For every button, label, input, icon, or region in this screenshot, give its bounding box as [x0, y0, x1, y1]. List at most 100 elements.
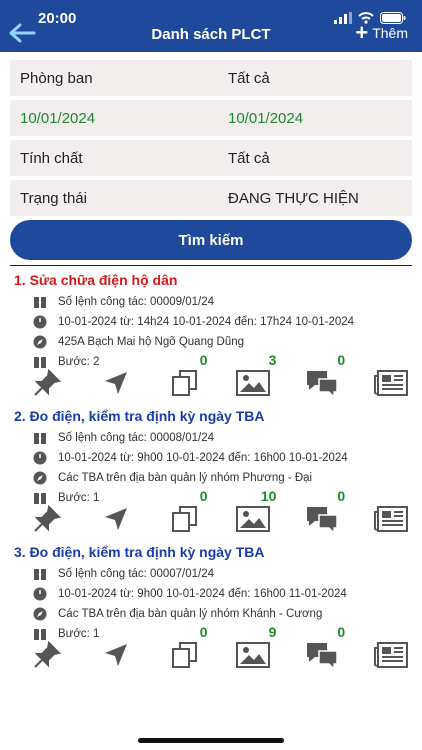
images-button[interactable]: 9 — [236, 624, 276, 670]
time-range: 10-01-2024 từ: 9h00 10-01-2024 đến: 16h0… — [58, 588, 347, 600]
images-count: 3 — [268, 352, 277, 368]
location-row: Các TBA trên địa bàn quản lý nhóm Khánh … — [32, 604, 412, 624]
pin-icon — [34, 641, 61, 668]
copies-button[interactable]: 0 — [168, 488, 208, 534]
newspaper-icon — [373, 642, 408, 668]
signal-icon — [334, 12, 352, 24]
order-row: Số lệnh công tác: 00007/01/24 — [32, 564, 412, 584]
navigation-arrow-icon — [104, 508, 127, 530]
copy-icon — [171, 506, 197, 532]
comments-count: 0 — [337, 352, 346, 368]
item-title: 3. Đo điện, kiểm tra định kỳ ngày TBA — [14, 544, 265, 560]
clock-icon — [32, 315, 48, 329]
pin-button[interactable] — [30, 368, 64, 398]
nature-value: Tất cả — [228, 149, 270, 167]
item-actions: 0 10 0 — [30, 488, 408, 534]
item-actions: 0 9 0 — [30, 624, 408, 670]
copies-count: 0 — [199, 488, 208, 504]
comments-button[interactable]: 0 — [305, 624, 345, 670]
location-row: 425A Bạch Mai hộ Ngõ Quang Dũng — [32, 332, 412, 352]
book-icon — [32, 431, 48, 445]
comments-button[interactable]: 0 — [305, 488, 345, 534]
nature-filter[interactable]: Tính chất Tất cả — [10, 140, 412, 176]
comments-icon — [307, 507, 338, 533]
clock-icon — [32, 587, 48, 601]
compass-icon — [32, 607, 48, 621]
images-count: 10 — [260, 488, 277, 504]
status-value: ĐANG THỰC HIỆN — [228, 189, 359, 207]
pin-button[interactable] — [30, 640, 64, 670]
location-row: Các TBA trên địa bàn quản lý nhóm Phương… — [32, 468, 412, 488]
comments-icon — [307, 371, 338, 397]
clock-icon — [32, 451, 48, 465]
list-item[interactable]: 1. Sửa chữa điện hộ dân Số lệnh công tác… — [10, 272, 412, 408]
department-value: Tất cả — [228, 69, 270, 87]
status-filter[interactable]: Trạng thái ĐANG THỰC HIỆN — [10, 180, 412, 216]
order-row: Số lệnh công tác: 00009/01/24 — [32, 292, 412, 312]
news-button[interactable] — [373, 368, 408, 398]
copy-icon — [171, 370, 197, 396]
filter-panel: Phòng ban Tất cả 10/01/2024 10/01/2024 T… — [10, 60, 412, 220]
add-button[interactable]: + Thêm — [355, 20, 408, 45]
images-count: 9 — [268, 624, 277, 640]
time-row: 10-01-2024 từ: 9h00 10-01-2024 đến: 16h0… — [32, 448, 412, 468]
time-row: 10-01-2024 từ: 9h00 10-01-2024 đến: 16h0… — [32, 584, 412, 604]
status-icons — [334, 12, 406, 24]
time-range: 10-01-2024 từ: 9h00 10-01-2024 đến: 16h0… — [58, 452, 348, 464]
images-button[interactable]: 10 — [236, 488, 276, 534]
image-icon — [236, 370, 271, 396]
list-item[interactable]: 3. Đo điện, kiểm tra định kỳ ngày TBA Số… — [10, 544, 412, 680]
status-label: Trạng thái — [20, 189, 87, 207]
location: 425A Bạch Mai hộ Ngõ Quang Dũng — [58, 336, 245, 348]
department-filter[interactable]: Phòng ban Tất cả — [10, 60, 412, 96]
item-title: 1. Sửa chữa điện hộ dân — [14, 272, 178, 288]
book-icon — [32, 295, 48, 309]
item-title: 2. Đo điện, kiểm tra định kỳ ngày TBA — [14, 408, 265, 424]
comments-icon — [307, 643, 338, 669]
pin-button[interactable] — [30, 504, 64, 534]
copies-count: 0 — [199, 352, 208, 368]
comments-count: 0 — [337, 488, 346, 504]
order-number: Số lệnh công tác: 00007/01/24 — [58, 568, 215, 580]
copy-icon — [171, 642, 197, 668]
news-button[interactable] — [373, 640, 408, 670]
compass-icon — [32, 335, 48, 349]
navigation-arrow-icon — [104, 372, 127, 394]
date-range-filter: 10/01/2024 10/01/2024 — [10, 100, 412, 136]
image-icon — [236, 642, 271, 668]
location: Các TBA trên địa bàn quản lý nhóm Khánh … — [58, 608, 323, 620]
order-number: Số lệnh công tác: 00008/01/24 — [58, 432, 215, 444]
navigate-button[interactable] — [99, 504, 133, 534]
pin-icon — [34, 505, 61, 532]
navigate-button[interactable] — [99, 640, 133, 670]
navigate-button[interactable] — [99, 368, 133, 398]
comments-count: 0 — [337, 624, 346, 640]
copies-button[interactable]: 0 — [168, 624, 208, 670]
from-date-field[interactable]: 10/01/2024 — [10, 110, 216, 127]
comments-button[interactable]: 0 — [305, 352, 345, 398]
app-header: 20:00 Danh sách PLCT + Thêm — [0, 0, 422, 52]
department-label: Phòng ban — [20, 69, 93, 87]
work-order-list: 1. Sửa chữa điện hộ dân Số lệnh công tác… — [10, 272, 412, 680]
nature-label: Tính chất — [20, 149, 83, 167]
image-icon — [236, 506, 271, 532]
book-icon — [32, 567, 48, 581]
search-button[interactable]: Tìm kiếm — [10, 220, 412, 260]
newspaper-icon — [373, 370, 408, 396]
battery-icon — [380, 12, 406, 24]
navigation-arrow-icon — [104, 644, 127, 666]
order-number: Số lệnh công tác: 00009/01/24 — [58, 296, 215, 308]
list-item[interactable]: 2. Đo điện, kiểm tra định kỳ ngày TBA Số… — [10, 408, 412, 544]
status-time: 20:00 — [38, 10, 77, 27]
add-button-label: Thêm — [372, 25, 408, 41]
newspaper-icon — [373, 506, 408, 532]
news-button[interactable] — [373, 504, 408, 534]
location: Các TBA trên địa bàn quản lý nhóm Phương… — [58, 472, 313, 484]
to-date-field[interactable]: 10/01/2024 — [216, 110, 412, 127]
pin-icon — [34, 369, 61, 396]
divider — [10, 265, 412, 266]
images-button[interactable]: 3 — [236, 352, 276, 398]
copies-button[interactable]: 0 — [168, 352, 208, 398]
compass-icon — [32, 471, 48, 485]
plus-icon: + — [355, 20, 369, 45]
